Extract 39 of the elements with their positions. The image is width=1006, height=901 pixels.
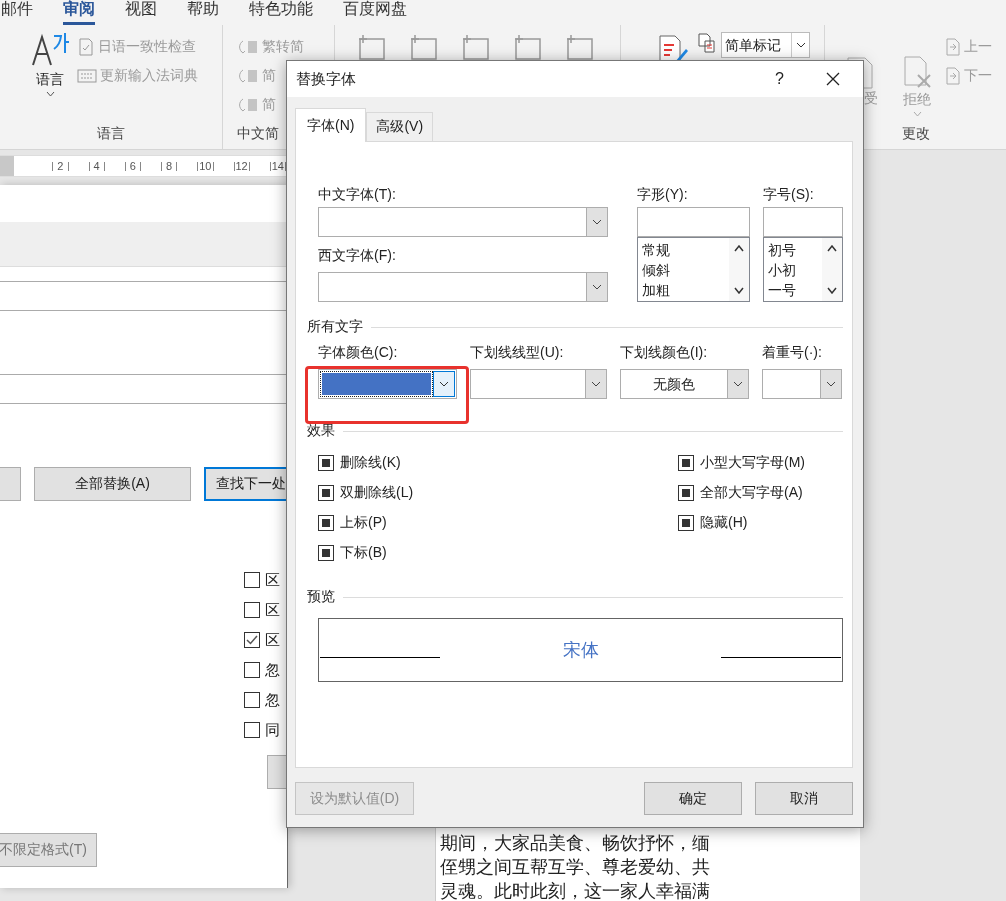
document-text-line: 侄甥之间互帮互学、尊老爱幼、共 xyxy=(440,856,711,879)
document-text-line: 灵魂。此时此刻，这一家人幸福满 xyxy=(440,880,711,901)
checkbox-label: 上标(P) xyxy=(340,514,387,532)
section-heading: 效果 xyxy=(307,422,335,440)
section-heading: 预览 xyxy=(307,588,335,606)
preview-text: 宋体 xyxy=(562,639,599,662)
checkbox-label: 区 xyxy=(265,630,280,650)
checkbox-label: 同 xyxy=(265,720,280,740)
ruler-number: 10 xyxy=(197,161,214,171)
checkbox-label: 下标(B) xyxy=(340,544,387,562)
checkbox-label: 隐藏(H) xyxy=(700,514,748,532)
field-label: 下划线线型(U): xyxy=(470,344,564,362)
ruler-number: 12 xyxy=(233,161,250,171)
checkbox-label: 忽 xyxy=(265,660,280,680)
checkbox-label: 全部大写字母(A) xyxy=(700,484,803,502)
ruler-number: 6 xyxy=(124,161,141,171)
document-text-line: 期间，大家品美食、畅饮抒怀，缅 xyxy=(440,832,711,855)
group-label: 语言 xyxy=(97,125,125,143)
checkbox-label: 小型大写字母(M) xyxy=(700,454,805,472)
ruler-number: 2 xyxy=(52,161,69,171)
checkbox-label: 忽 xyxy=(265,690,280,710)
field-label: 字体颜色(C): xyxy=(318,344,398,362)
field-label: 字形(Y): xyxy=(637,186,689,204)
section-heading: 所有文字 xyxy=(307,318,363,336)
checkbox-label: 区 xyxy=(265,570,280,590)
checkbox-label: 区 xyxy=(265,600,280,620)
group-label: 更改 xyxy=(901,125,930,143)
dialog-title: 替换字体 xyxy=(296,69,357,89)
field-label: 着重号(·): xyxy=(762,344,822,362)
checkbox-label: 删除线(K) xyxy=(340,454,401,472)
field-label: 下划线颜色(I): xyxy=(620,344,708,362)
dropdown-value: 无颜色 xyxy=(652,375,696,394)
group-label: 中文简 xyxy=(237,125,279,143)
field-label: 中文字体(T): xyxy=(318,186,397,204)
field-label: 字号(S): xyxy=(763,186,815,204)
checkbox-label: 双删除线(L) xyxy=(340,484,414,502)
ruler-number: 4 xyxy=(88,161,105,171)
ruler-number: 8 xyxy=(161,161,178,171)
field-label: 西文字体(F): xyxy=(318,247,397,265)
